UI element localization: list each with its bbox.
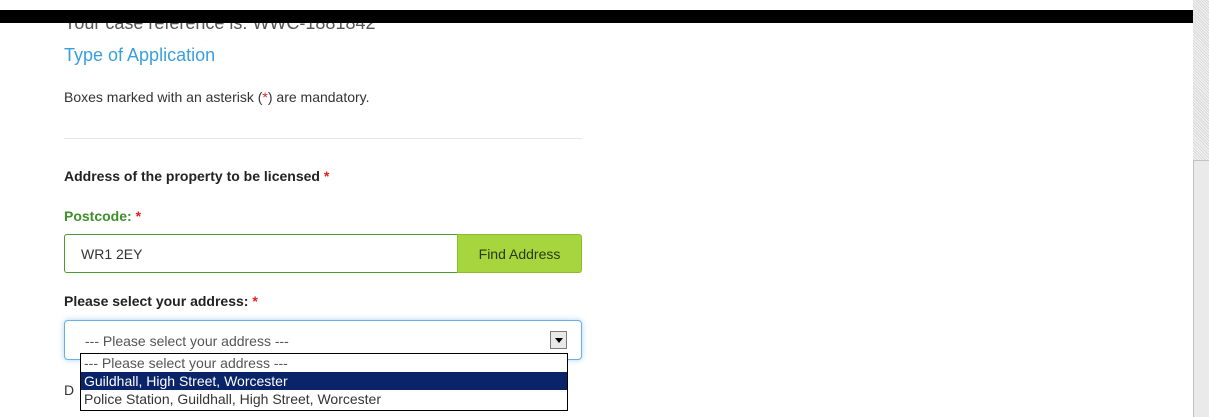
- required-marker: *: [135, 208, 142, 224]
- dropdown-option-highlighted[interactable]: Guildhall, High Street, Worcester: [81, 372, 567, 390]
- address-select-value: --- Please select your address ---: [85, 333, 289, 349]
- chevron-down-icon[interactable]: [550, 331, 567, 349]
- address-section-label: Address of the property to be licensed *: [64, 167, 329, 185]
- required-marker: *: [323, 168, 330, 184]
- case-reference: Your case reference is: WWC-1881842: [64, 23, 376, 33]
- address-dropdown-list[interactable]: --- Please select your address --- Guild…: [80, 353, 568, 411]
- required-marker: *: [252, 293, 258, 309]
- select-address-label: Please select your address: *: [64, 292, 258, 310]
- find-address-button[interactable]: Find Address: [457, 234, 582, 273]
- postcode-input[interactable]: [64, 234, 458, 273]
- select-address-label-text: Please select your address:: [64, 293, 249, 309]
- address-section-label-text: Address of the property to be licensed: [64, 168, 320, 184]
- page-viewport: Your case reference is: WWC-1881842 Type…: [0, 0, 1209, 417]
- postcode-label: Postcode: *: [64, 207, 141, 225]
- top-bar: [0, 10, 1193, 23]
- mandatory-note: Boxes marked with an asterisk (*) are ma…: [64, 88, 370, 106]
- scrollbar-thumb[interactable]: [1193, 160, 1209, 417]
- mandatory-note-text: Boxes marked with an asterisk (: [64, 89, 263, 105]
- case-reference-clip: Your case reference is: WWC-1881842: [64, 23, 564, 35]
- postcode-label-text: Postcode:: [64, 208, 132, 224]
- section-title: Type of Application: [64, 45, 216, 65]
- dropdown-option[interactable]: Police Station, Guildhall, High Street, …: [81, 390, 567, 408]
- section-divider: [64, 138, 582, 139]
- obscured-field-label: D: [64, 382, 75, 398]
- mandatory-note-text-end: ) are mandatory.: [267, 89, 370, 105]
- dropdown-option[interactable]: --- Please select your address ---: [81, 354, 567, 372]
